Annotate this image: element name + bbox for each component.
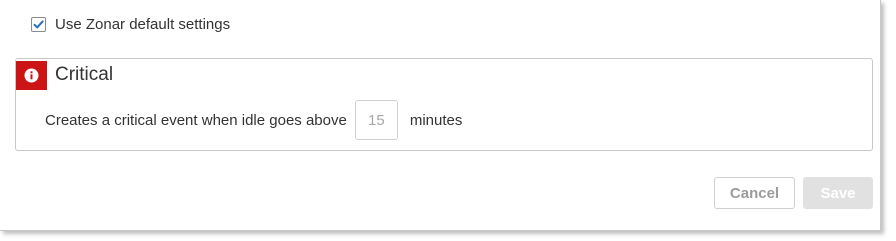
threshold-row: Creates a critical event when idle goes … bbox=[45, 100, 462, 140]
info-icon bbox=[24, 68, 39, 83]
use-defaults-label[interactable]: Use Zonar default settings bbox=[55, 16, 230, 33]
save-button[interactable]: Save bbox=[803, 177, 873, 209]
idle-minutes-input[interactable] bbox=[354, 100, 398, 140]
critical-badge bbox=[16, 61, 47, 90]
threshold-unit: minutes bbox=[409, 111, 463, 129]
default-settings-row: Use Zonar default settings bbox=[31, 14, 230, 34]
idle-alert-settings-panel: Use Zonar default settings Critical Crea… bbox=[0, 0, 881, 231]
use-defaults-checkbox[interactable] bbox=[31, 16, 46, 32]
alert-title: Critical bbox=[55, 64, 114, 85]
critical-alert-box: Critical Creates a critical event when i… bbox=[15, 58, 873, 151]
threshold-description: Creates a critical event when idle goes … bbox=[45, 111, 347, 129]
checkmark-icon bbox=[33, 19, 44, 28]
cancel-button[interactable]: Cancel bbox=[714, 177, 795, 209]
